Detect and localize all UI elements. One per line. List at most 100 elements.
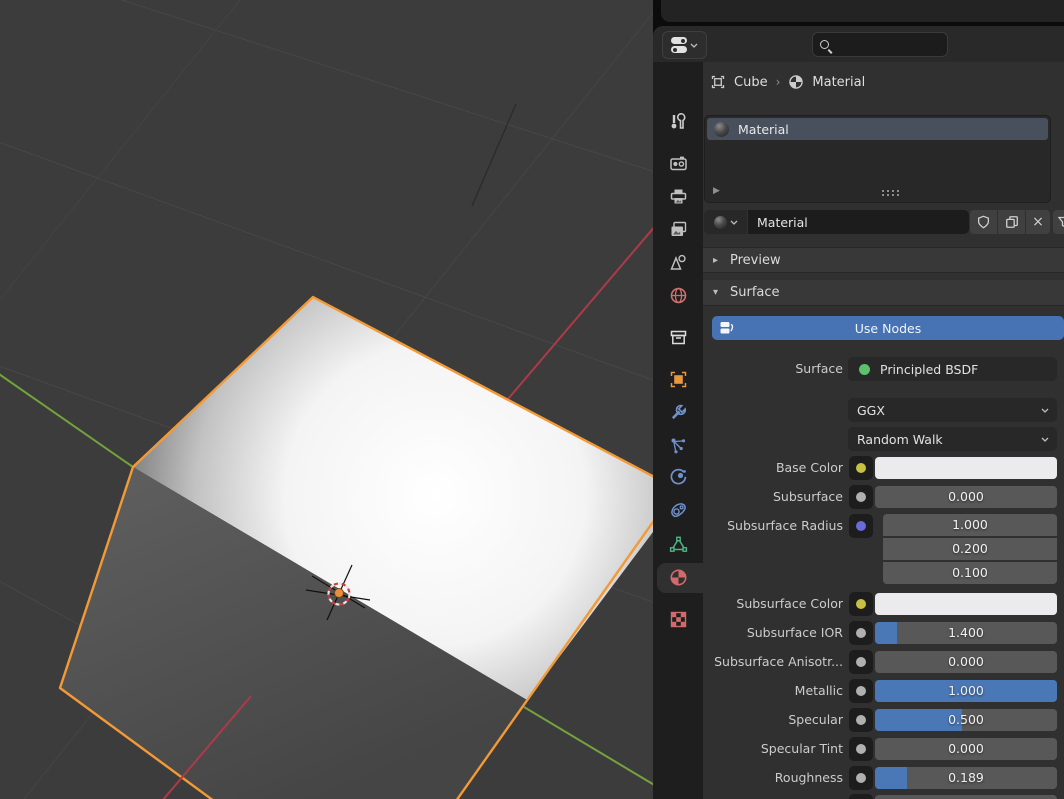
scene-icon: [669, 253, 688, 272]
chevron-down-icon: [730, 220, 738, 225]
subsurface-radius-x[interactable]: 1.000: [883, 514, 1057, 536]
search-icon: [820, 40, 829, 49]
base-color-label: Base Color: [703, 456, 843, 480]
material-name-value: Material: [757, 215, 808, 230]
roughness-label: Roughness: [703, 766, 843, 790]
surface-panel-label: Surface: [730, 285, 780, 300]
specular-label: Specular: [703, 708, 843, 732]
specular-tint-slider[interactable]: 0.000: [875, 738, 1057, 760]
browse-material-button[interactable]: [704, 210, 747, 234]
preview-panel-header[interactable]: ▸ Preview: [703, 247, 1064, 273]
base-color-socket[interactable]: [849, 456, 873, 480]
tab-tool[interactable]: [663, 106, 693, 136]
chevron-down-icon: [1041, 437, 1049, 442]
world-icon: [669, 286, 688, 305]
clipped-next-slider[interactable]: [875, 795, 1057, 799]
subsurface-radius-socket[interactable]: [849, 514, 873, 538]
use-nodes-button[interactable]: Use Nodes: [712, 316, 1064, 340]
subsurface-color-label: Subsurface Color: [703, 592, 843, 616]
material-slot-item[interactable]: Material: [707, 118, 1048, 140]
subsurface-radius-z[interactable]: 0.100: [883, 562, 1057, 584]
tab-constraints[interactable]: [663, 495, 693, 525]
subsurface-ior-slider[interactable]: 1.400: [875, 622, 1057, 644]
tab-texture[interactable]: [663, 604, 693, 634]
images-stack-icon: [669, 220, 688, 239]
tab-material[interactable]: [663, 562, 693, 592]
camera-icon: [669, 154, 688, 173]
material-preview-icon: [714, 122, 729, 137]
tab-collection[interactable]: [663, 322, 693, 352]
material-sphere-icon: [669, 568, 688, 587]
copy-icon: [1005, 215, 1019, 229]
subsurface-socket[interactable]: [849, 485, 873, 509]
surface-shader-value: Principled BSDF: [880, 362, 978, 377]
tab-object[interactable]: [663, 364, 693, 394]
tab-world[interactable]: [663, 280, 693, 310]
subsurface-method-value: Random Walk: [857, 432, 943, 447]
shader-socket-icon: [859, 364, 870, 375]
distribution-value: GGX: [857, 403, 885, 418]
printer-icon: [669, 187, 688, 206]
tab-modifiers[interactable]: [663, 397, 693, 427]
object-origin-dot[interactable]: [335, 589, 344, 598]
texture-checker-icon: [669, 610, 688, 629]
material-name-field[interactable]: Material: [748, 210, 969, 234]
tab-physics[interactable]: [663, 462, 693, 492]
list-specials-arrow[interactable]: ▶: [713, 186, 720, 196]
tool-icon: [669, 112, 688, 131]
surface-shader-button[interactable]: Principled BSDF: [848, 357, 1057, 381]
search-input[interactable]: [812, 32, 948, 57]
chevron-down-icon: [690, 43, 698, 48]
subsurface-color-swatch[interactable]: [875, 593, 1057, 615]
metallic-slider[interactable]: 1.000: [875, 680, 1057, 702]
specular-tint-socket[interactable]: [849, 737, 873, 761]
subsurface-label: Subsurface: [703, 485, 843, 509]
material-slot-list[interactable]: Material ▶: [704, 115, 1051, 203]
nodetree-icon: [719, 320, 735, 336]
subsurface-color-socket[interactable]: [849, 592, 873, 616]
constraint-icon: [669, 501, 688, 520]
physics-orbit-icon: [669, 468, 688, 487]
tab-render[interactable]: [663, 148, 693, 178]
properties-content: Cube › Material Material ▶: [703, 62, 1064, 799]
breadcrumb-separator: ›: [776, 75, 781, 89]
subsurface-method-dropdown[interactable]: Random Walk: [848, 427, 1057, 451]
specular-socket[interactable]: [849, 708, 873, 732]
breadcrumb-material[interactable]: Material: [812, 75, 865, 90]
chevron-down-icon: [1041, 408, 1049, 413]
fake-user-button[interactable]: [970, 210, 997, 234]
tab-view-layer[interactable]: [663, 214, 693, 244]
specular-slider[interactable]: 0.500: [875, 709, 1057, 731]
collection-box-icon: [669, 328, 688, 347]
roughness-slider[interactable]: 0.189: [875, 767, 1057, 789]
partial-cutoff-button[interactable]: [1053, 210, 1064, 234]
object-icon: [669, 370, 688, 389]
subsurface-slider[interactable]: 0.000: [875, 486, 1057, 508]
3d-viewport[interactable]: [0, 0, 653, 799]
list-resize-grip[interactable]: [882, 190, 884, 192]
wrench-icon: [669, 403, 688, 422]
material-sphere-icon: [788, 74, 804, 90]
tab-particles[interactable]: [663, 430, 693, 460]
clipped-next-socket[interactable]: [849, 794, 873, 799]
surface-row-label: Surface: [703, 357, 843, 381]
subsurface-anisotropy-slider[interactable]: 0.000: [875, 651, 1057, 673]
distribution-dropdown[interactable]: GGX: [848, 398, 1057, 422]
tab-scene[interactable]: [663, 247, 693, 277]
tab-object-data[interactable]: [663, 529, 693, 559]
subsurface-radius-y[interactable]: 0.200: [883, 538, 1057, 560]
surface-panel-header[interactable]: ▾ Surface: [703, 280, 1064, 306]
unlink-material-button[interactable]: ×: [1026, 210, 1050, 234]
subsurface-anisotropy-label: Subsurface Anisotr...: [703, 650, 843, 674]
roughness-socket[interactable]: [849, 766, 873, 790]
tab-output[interactable]: [663, 181, 693, 211]
editor-type-button[interactable]: [662, 31, 707, 59]
new-material-button[interactable]: [998, 210, 1025, 234]
metallic-socket[interactable]: [849, 679, 873, 703]
chevron-down-icon: ▾: [713, 287, 722, 298]
subsurface-ior-socket[interactable]: [849, 621, 873, 645]
funnel-icon: [1058, 216, 1064, 229]
breadcrumb-object[interactable]: Cube: [734, 75, 768, 90]
subsurface-anisotropy-socket[interactable]: [849, 650, 873, 674]
base-color-swatch[interactable]: [875, 457, 1057, 479]
